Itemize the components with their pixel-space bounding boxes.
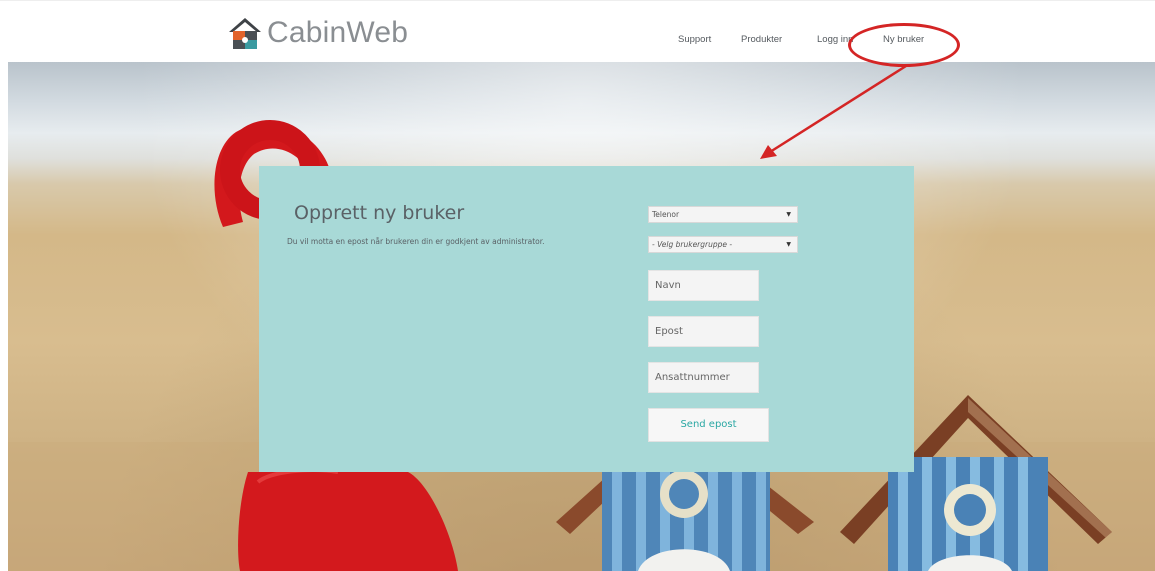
employee-number-field-placeholder: Ansattnummer	[655, 372, 730, 383]
nav-support[interactable]: Support	[678, 34, 711, 45]
logo-text: CabinWeb	[267, 16, 409, 49]
email-field[interactable]: Epost	[648, 316, 759, 347]
company-select-value: Telenor	[652, 210, 680, 219]
employee-number-field[interactable]: Ansattnummer	[648, 362, 759, 393]
dropdown-arrow-icon: ▼	[786, 241, 791, 248]
annotation-highlight-circle	[848, 23, 960, 67]
site-header: CabinWeb Support Produkter Logg inn Ny b…	[0, 0, 1155, 62]
page-title: Opprett ny bruker	[294, 202, 465, 224]
signup-description: Du vil motta en epost når brukeren din e…	[287, 237, 545, 246]
user-group-select-value: - Velg brukergruppe -	[652, 240, 733, 249]
signup-panel: Opprett ny bruker Du vil motta en epost …	[259, 166, 914, 472]
site-logo[interactable]: CabinWeb	[227, 15, 408, 51]
cabin-puzzle-logo-icon	[229, 18, 261, 49]
send-email-button[interactable]: Send epost	[648, 408, 769, 442]
nav-produkter[interactable]: Produkter	[741, 34, 782, 45]
user-group-select[interactable]: - Velg brukergruppe - ▼	[648, 236, 798, 253]
name-field-placeholder: Navn	[655, 280, 681, 291]
dropdown-arrow-icon: ▼	[786, 211, 791, 218]
company-select[interactable]: Telenor ▼	[648, 206, 798, 223]
email-field-placeholder: Epost	[655, 326, 683, 337]
page: CabinWeb Support Produkter Logg inn Ny b…	[0, 0, 1155, 571]
name-field[interactable]: Navn	[648, 270, 759, 301]
